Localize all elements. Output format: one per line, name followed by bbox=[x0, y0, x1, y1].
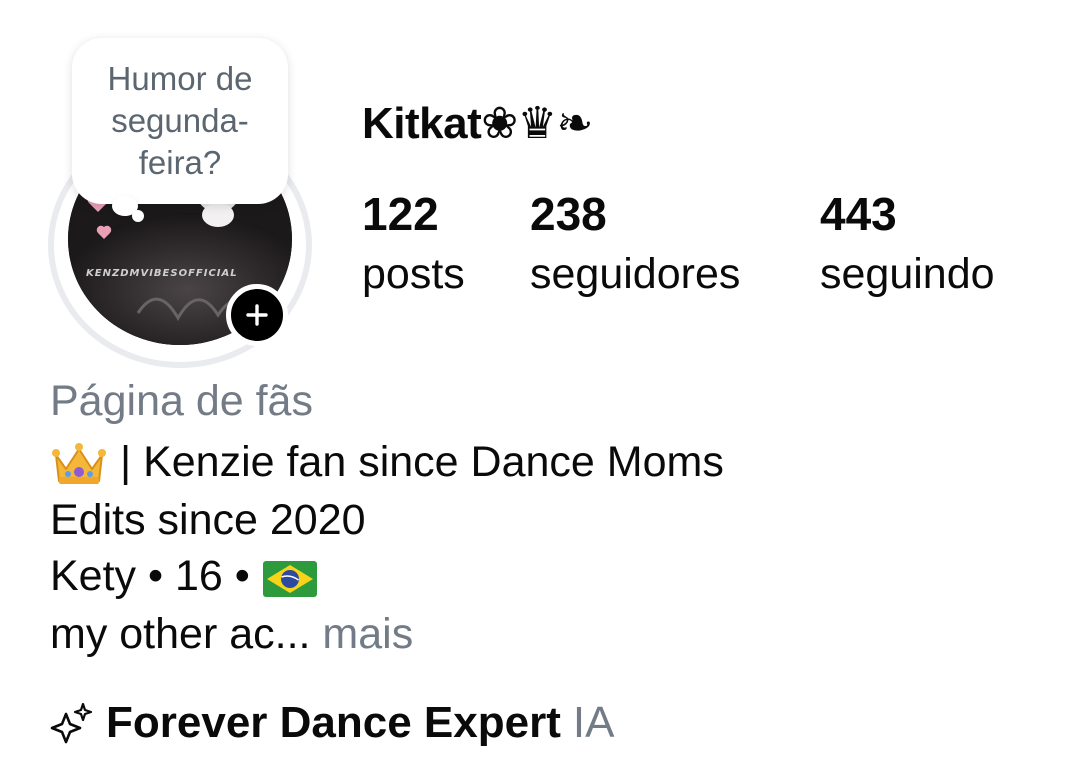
note-bubble[interactable]: Humor de segunda-feira? bbox=[72, 38, 288, 204]
following-stat[interactable]: 443 seguindo bbox=[820, 186, 995, 306]
note-text: Humor de segunda-feira? bbox=[107, 60, 253, 181]
bio-line-4-text: my other ac... bbox=[50, 610, 311, 658]
ai-badge: IA bbox=[572, 698, 615, 747]
ai-name: Forever Dance Expert bbox=[106, 698, 561, 747]
add-story-button[interactable] bbox=[226, 284, 288, 346]
followers-label: seguidores bbox=[530, 250, 741, 298]
sparkle-icon bbox=[50, 702, 93, 744]
note-bubble-tail-dot bbox=[132, 210, 144, 222]
crown-icon bbox=[52, 442, 106, 484]
posts-count: 122 bbox=[362, 188, 439, 240]
avatar-watermark: KENZDMVIBESOFFICIAL bbox=[86, 268, 238, 279]
posts-label: posts bbox=[362, 250, 465, 298]
ai-link[interactable]: Forever Dance Expert IA bbox=[50, 694, 614, 752]
bio-line-3: Kety • 16 • bbox=[50, 548, 318, 604]
profile-header: KENZDMVIBESOFFICIAL Humor de segunda-fei… bbox=[0, 0, 1080, 770]
bio-line-4: my other ac... mais bbox=[50, 606, 413, 662]
bio-line-1-text: | Kenzie fan since Dance Moms bbox=[108, 438, 724, 486]
followers-count: 238 bbox=[530, 188, 607, 240]
bio-line-1: | Kenzie fan since Dance Moms bbox=[50, 434, 724, 490]
following-label: seguindo bbox=[820, 250, 995, 298]
username: Kitkat❀♛❧ bbox=[362, 99, 593, 148]
posts-stat[interactable]: 122 posts bbox=[362, 186, 465, 306]
brazil-flag-icon bbox=[262, 560, 317, 597]
profile-category: Página de fãs bbox=[50, 377, 313, 425]
bio-line-3-text: Kety • 16 • bbox=[50, 552, 262, 600]
plus-icon bbox=[246, 304, 268, 326]
followers-stat[interactable]: 238 seguidores bbox=[530, 186, 740, 306]
more-link[interactable]: mais bbox=[310, 610, 413, 658]
bio-line-2: Edits since 2020 bbox=[50, 496, 366, 544]
following-count: 443 bbox=[820, 188, 897, 240]
